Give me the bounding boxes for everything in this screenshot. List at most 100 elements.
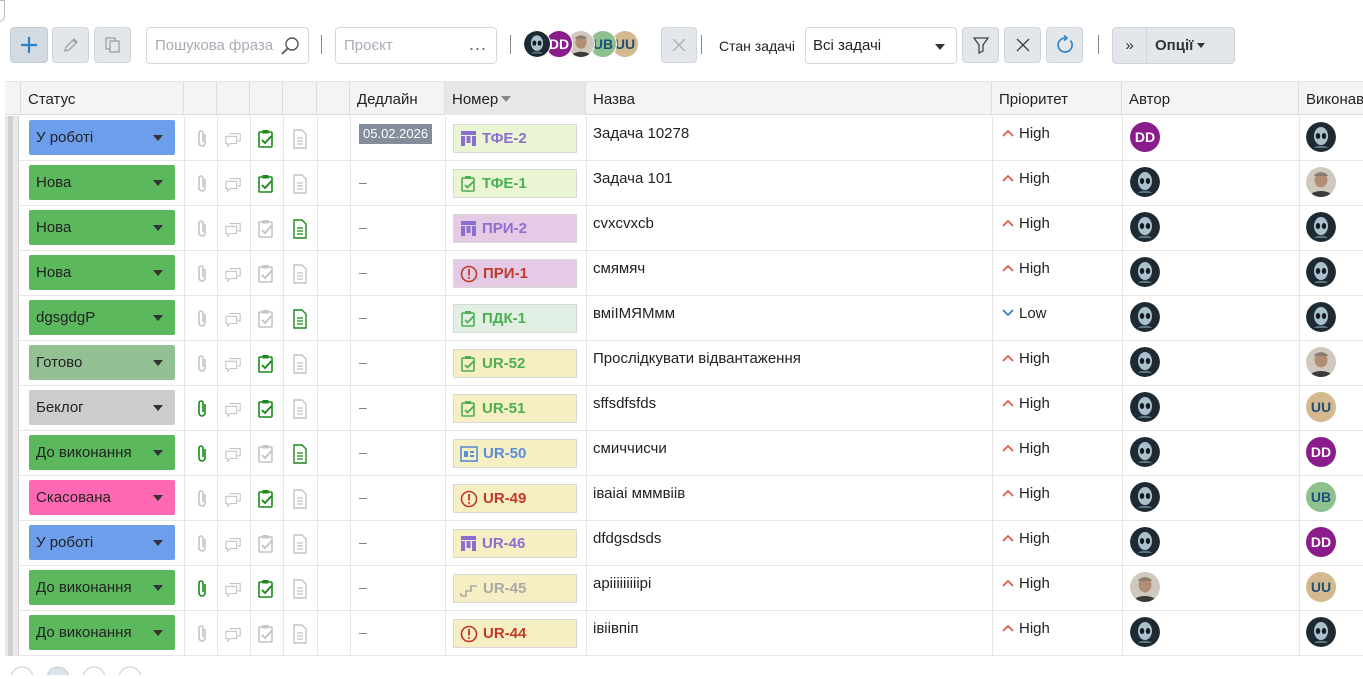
assignee-avatar[interactable] bbox=[1306, 257, 1336, 287]
assignee-avatar[interactable] bbox=[1306, 122, 1336, 152]
task-number[interactable]: UR-46 bbox=[453, 529, 577, 558]
assignee-avatar[interactable]: UU bbox=[1306, 392, 1336, 422]
table-row[interactable]: У роботі – UR-46 dfdgsdsds High DD bbox=[5, 521, 1363, 566]
comment-icon[interactable] bbox=[224, 624, 242, 644]
paperclip-icon[interactable] bbox=[193, 444, 211, 464]
header-comments[interactable] bbox=[217, 82, 250, 115]
task-number[interactable]: UR-44 bbox=[453, 619, 577, 648]
header-checklist[interactable] bbox=[250, 82, 283, 115]
document-icon[interactable] bbox=[291, 579, 309, 599]
author-avatar[interactable] bbox=[1130, 212, 1160, 242]
author-avatar[interactable] bbox=[1130, 302, 1160, 332]
header-deadline[interactable]: Дедлайн bbox=[350, 82, 445, 115]
project-input[interactable] bbox=[342, 36, 462, 55]
status-dropdown[interactable]: Скасована bbox=[29, 480, 175, 515]
paperclip-icon[interactable] bbox=[193, 579, 211, 599]
status-dropdown[interactable]: У роботі bbox=[29, 120, 175, 155]
author-avatar[interactable]: DD bbox=[1130, 122, 1160, 152]
task-number[interactable]: UR-51 bbox=[453, 394, 577, 423]
options-menu-button[interactable]: » Опції bbox=[1112, 27, 1235, 64]
comment-icon[interactable] bbox=[224, 579, 242, 599]
checklist-icon[interactable] bbox=[257, 579, 275, 599]
task-title[interactable]: смямяч bbox=[593, 260, 645, 277]
task-title[interactable]: dfdgsdsds bbox=[593, 530, 661, 547]
row-handle[interactable] bbox=[5, 476, 19, 521]
paperclip-icon[interactable] bbox=[193, 624, 211, 644]
paperclip-icon[interactable] bbox=[193, 129, 211, 149]
header-priority[interactable]: Пріоритет bbox=[992, 82, 1122, 115]
row-handle[interactable] bbox=[5, 431, 19, 476]
assignee-avatar[interactable]: DD bbox=[1306, 437, 1336, 467]
header-extra[interactable] bbox=[317, 82, 350, 115]
row-handle[interactable] bbox=[5, 521, 19, 566]
task-title[interactable]: apiiiiiiiiipi bbox=[593, 575, 651, 592]
task-title[interactable]: Прослідкувати відвантаження bbox=[593, 350, 801, 367]
task-title[interactable]: іваіаі мммвіів bbox=[593, 485, 685, 502]
refresh-button[interactable] bbox=[1046, 27, 1083, 63]
task-number[interactable]: UR-52 bbox=[453, 349, 577, 378]
paperclip-icon[interactable] bbox=[193, 399, 211, 419]
author-avatar[interactable] bbox=[1130, 437, 1160, 467]
document-icon[interactable] bbox=[291, 354, 309, 374]
document-icon[interactable] bbox=[291, 534, 309, 554]
assignee-avatar[interactable] bbox=[1306, 167, 1336, 197]
assignee-avatar[interactable] bbox=[1306, 302, 1336, 332]
status-dropdown[interactable]: Готово bbox=[29, 345, 175, 380]
assignee-avatar[interactable] bbox=[1306, 212, 1336, 242]
status-dropdown[interactable]: Беклог bbox=[29, 390, 175, 425]
status-dropdown[interactable]: Нова bbox=[29, 165, 175, 200]
header-title[interactable]: Назва bbox=[586, 82, 992, 115]
table-row[interactable]: Готово – UR-52 Прослідкувати відвантаження H… bbox=[5, 341, 1363, 386]
task-state-select[interactable]: Всі задачі bbox=[805, 27, 957, 64]
task-number[interactable]: UR-45 bbox=[453, 574, 577, 603]
task-number[interactable]: UR-50 bbox=[453, 439, 577, 468]
clear-user-filter-button[interactable] bbox=[661, 27, 697, 63]
task-number[interactable]: UR-49 bbox=[453, 484, 577, 513]
table-row[interactable]: У роботі 05.02.2026 ТФЕ-2 Задача 10278 High D… bbox=[5, 116, 1363, 161]
checklist-icon[interactable] bbox=[257, 264, 275, 284]
checklist-icon[interactable] bbox=[257, 354, 275, 374]
assignee-avatar[interactable] bbox=[1306, 617, 1336, 647]
paperclip-icon[interactable] bbox=[193, 354, 211, 374]
header-documents[interactable] bbox=[283, 82, 317, 115]
document-icon[interactable] bbox=[291, 309, 309, 329]
assignee-avatar[interactable]: DD bbox=[1306, 527, 1336, 557]
comment-icon[interactable] bbox=[224, 354, 242, 374]
task-number[interactable]: ПРИ-1 bbox=[453, 259, 577, 288]
status-dropdown[interactable]: dgsgdgP bbox=[29, 300, 175, 335]
comment-icon[interactable] bbox=[224, 264, 242, 284]
task-title[interactable]: Задача 101 bbox=[593, 170, 673, 187]
user-filter-avatar[interactable] bbox=[523, 30, 551, 58]
add-task-button[interactable] bbox=[10, 27, 48, 63]
author-avatar[interactable] bbox=[1130, 527, 1160, 557]
author-avatar[interactable] bbox=[1130, 482, 1160, 512]
document-icon[interactable] bbox=[291, 444, 309, 464]
paperclip-icon[interactable] bbox=[193, 534, 211, 554]
table-row[interactable]: Нова – ТФЕ-1 Задача 101 High bbox=[5, 161, 1363, 206]
author-avatar[interactable] bbox=[1130, 167, 1160, 197]
comment-icon[interactable] bbox=[224, 219, 242, 239]
paperclip-icon[interactable] bbox=[193, 219, 211, 239]
task-title[interactable]: смиччисчи bbox=[593, 440, 667, 457]
header-assignee[interactable]: Виконавець bbox=[1299, 82, 1363, 115]
row-handle[interactable] bbox=[5, 611, 19, 656]
status-dropdown[interactable]: До виконання bbox=[29, 435, 175, 470]
document-icon[interactable] bbox=[291, 489, 309, 509]
row-handle[interactable] bbox=[5, 206, 19, 251]
table-row[interactable]: До виконання – UR-44 івіівпіп High bbox=[5, 611, 1363, 656]
paperclip-icon[interactable] bbox=[193, 489, 211, 509]
task-title[interactable]: івіівпіп bbox=[593, 620, 639, 637]
project-picker[interactable]: ... bbox=[335, 27, 497, 64]
header-number[interactable]: Номер bbox=[445, 82, 586, 115]
document-icon[interactable] bbox=[291, 624, 309, 644]
search-icon[interactable] bbox=[280, 36, 300, 56]
checklist-icon[interactable] bbox=[257, 534, 275, 554]
table-row[interactable]: dgsgdgP – ПДК-1 вміІМЯМмм Low bbox=[5, 296, 1363, 341]
table-row[interactable]: До виконання – UR-45 apiiiiiiiiipi High UU bbox=[5, 566, 1363, 611]
table-row[interactable]: Нова – ПРИ-2 cvxcvxcb High bbox=[5, 206, 1363, 251]
task-title[interactable]: cvxcvxcb bbox=[593, 215, 654, 232]
header-status[interactable]: Статус bbox=[21, 82, 184, 115]
comment-icon[interactable] bbox=[224, 129, 242, 149]
document-icon[interactable] bbox=[291, 129, 309, 149]
table-row[interactable]: Нова – ПРИ-1 смямяч High bbox=[5, 251, 1363, 296]
